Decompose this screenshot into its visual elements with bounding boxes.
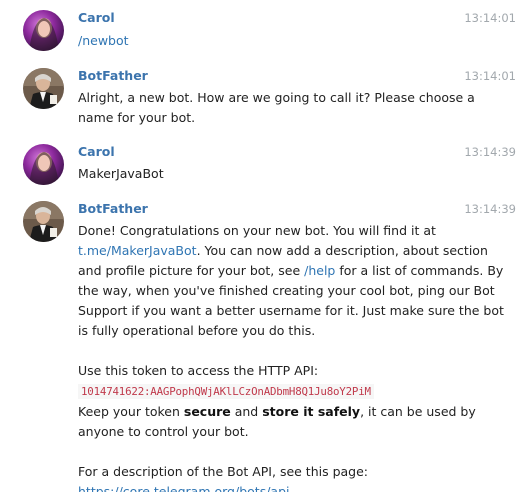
text-line: is fully operational before you do this. <box>78 323 316 338</box>
text-line: and profile picture for your bot, see /h… <box>78 261 503 281</box>
command-link[interactable]: /newbot <box>78 31 450 51</box>
text-line: MakerJavaBot <box>78 166 164 181</box>
text-line: Keep your token secure and store it safe… <box>78 402 476 422</box>
text-fragment: Keep your token <box>78 404 184 419</box>
text-line: t.me/MakerJavaBot. You can now add a des… <box>78 241 488 261</box>
message-time: 13:14:01 <box>464 11 516 25</box>
text-line: Use this token to access the HTTP API: <box>78 363 319 378</box>
message-time: 13:14:39 <box>464 202 516 216</box>
text-line: anyone to control your bot. <box>78 424 249 439</box>
token-line: 1014741622:AAGPophQWjAKlLCzOnADbmH8Q1Ju8… <box>78 381 450 402</box>
bot-link[interactable]: t.me/MakerJavaBot <box>78 243 197 258</box>
help-command-link[interactable]: /help <box>304 263 335 278</box>
bold-secure: secure <box>183 404 231 419</box>
text-line: Done! Congratulations on your new bot. Y… <box>78 223 436 238</box>
botfather-avatar[interactable] <box>23 68 64 109</box>
bold-store-safely: store it safely <box>262 404 361 419</box>
message-text: MakerJavaBot <box>78 164 450 184</box>
sender-name[interactable]: Carol <box>78 9 115 27</box>
text-fragment: . You can now add a description, about s… <box>196 243 488 258</box>
text-line: Support if you want a better username fo… <box>78 303 504 318</box>
text-fragment: , it can be used by <box>360 404 476 419</box>
text-fragment: for a list of commands. By <box>335 263 504 278</box>
botfather-avatar[interactable] <box>23 201 64 242</box>
message-text: /newbot <box>78 31 450 51</box>
carol-avatar[interactable] <box>23 144 64 185</box>
sender-name[interactable]: BotFather <box>78 200 148 218</box>
message-time: 13:14:39 <box>464 145 516 159</box>
text-line: Alright, a new bot. How are we going to … <box>78 90 475 105</box>
message-text: Alright, a new bot. How are we going to … <box>78 88 475 128</box>
text-line: name for your bot. <box>78 110 196 125</box>
message-time: 13:14:01 <box>464 69 516 83</box>
sender-name[interactable]: Carol <box>78 143 115 161</box>
text-line: For a description of the Bot API, see th… <box>78 464 369 479</box>
api-token[interactable]: 1014741622:AAGPophQWjAKlLCzOnADbmH8Q1Ju8… <box>78 384 374 399</box>
carol-avatar[interactable] <box>23 10 64 51</box>
message-text: Done! Congratulations on your new bot. Y… <box>78 221 504 492</box>
text-line: the way, when you've finished creating y… <box>78 283 495 298</box>
text-fragment: and <box>230 404 263 419</box>
api-docs-link[interactable]: https://core.telegram.org/bots/api <box>78 482 450 492</box>
sender-name[interactable]: BotFather <box>78 67 148 85</box>
text-fragment: and profile picture for your bot, see <box>78 263 305 278</box>
